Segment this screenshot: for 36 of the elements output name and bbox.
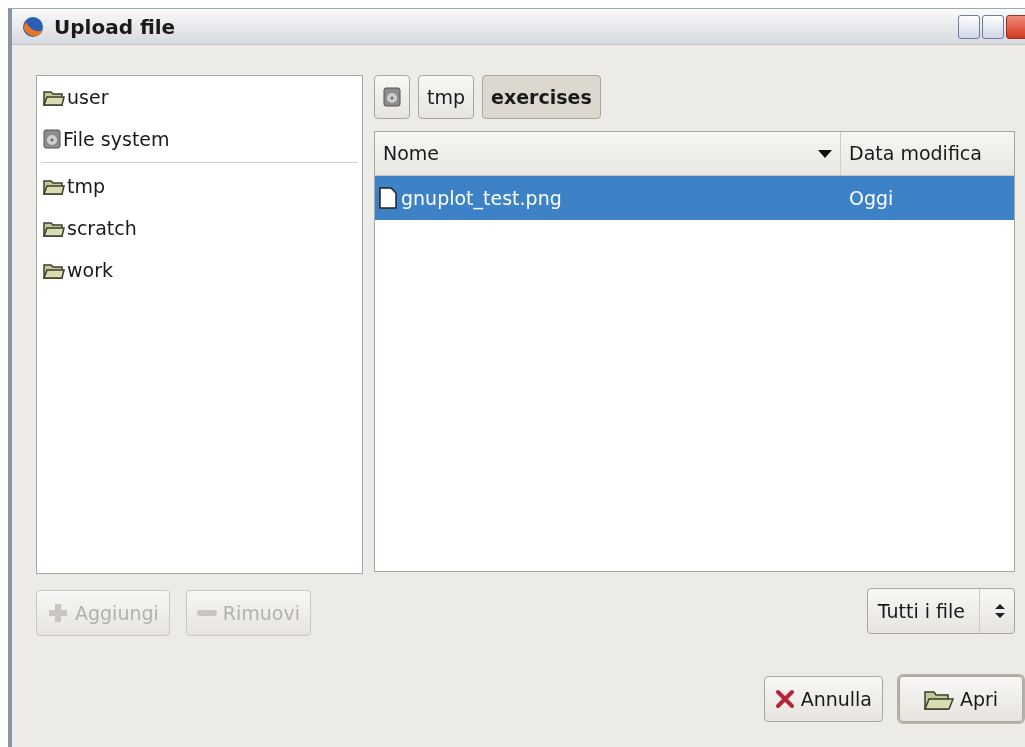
column-header[interactable]: Data modifica xyxy=(841,132,990,175)
drive-icon xyxy=(43,129,61,149)
close-button[interactable] xyxy=(1006,14,1025,39)
column-title: Nome xyxy=(383,141,441,167)
sidebar-item[interactable]: work xyxy=(37,249,362,291)
folder-icon xyxy=(43,88,65,106)
minimize-button[interactable] xyxy=(958,14,980,39)
filter-dropdown[interactable]: Tutti i file xyxy=(866,588,1015,634)
drive-icon xyxy=(383,87,401,107)
maximize-button[interactable] xyxy=(982,14,1004,39)
window-title: Upload file xyxy=(54,13,176,41)
minus-icon xyxy=(196,610,217,616)
sidebar-item[interactable]: user xyxy=(37,76,362,118)
folder-icon xyxy=(923,688,954,710)
sidebar-item[interactable]: scratch xyxy=(37,207,362,249)
file-row[interactable]: gnuplot_test.png Oggi xyxy=(375,176,1014,220)
path-button[interactable]: exercises xyxy=(482,75,601,119)
column-header[interactable]: Nome xyxy=(375,132,841,175)
file-icon xyxy=(379,187,397,209)
folder-icon xyxy=(43,261,65,279)
path-button[interactable] xyxy=(374,75,410,119)
updown-arrow-icon xyxy=(994,603,1006,619)
plus-icon xyxy=(47,602,69,624)
open-button[interactable]: Apri xyxy=(899,676,1023,722)
path-button[interactable]: tmp xyxy=(418,75,475,119)
cancel-button[interactable]: Annulla xyxy=(763,676,883,722)
cross-icon xyxy=(774,689,795,709)
file-name: gnuplot_test.png xyxy=(401,185,562,212)
dropdown-value: Tutti i file xyxy=(877,598,966,624)
file-date: Oggi xyxy=(848,185,894,211)
sidebar-item[interactable]: File system xyxy=(37,118,362,160)
folder-icon xyxy=(43,177,65,195)
folder-icon xyxy=(43,219,65,237)
sidebar-item[interactable]: tmp xyxy=(37,165,362,207)
sort-arrow-icon xyxy=(818,148,832,159)
browser-icon xyxy=(22,15,44,38)
